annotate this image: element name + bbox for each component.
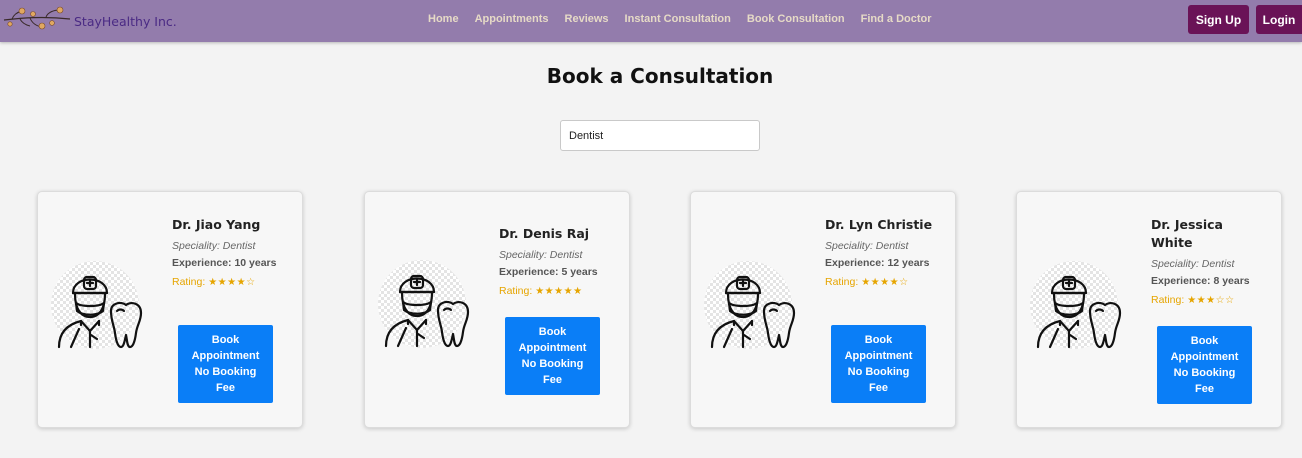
nav-find-doctor[interactable]: Find a Doctor: [861, 13, 932, 27]
doctor-experience: Experience: 10 years: [172, 257, 277, 269]
navbar: StayHealthy Inc. Home Appointments Revie…: [0, 0, 1302, 42]
page-title: Book a Consultation: [546, 64, 774, 88]
doctor-name: Dr. Jiao Yang: [172, 217, 261, 232]
doctor-name: Dr. Jessica White: [1151, 217, 1223, 250]
doctor-rating: Rating: ★★★☆☆: [1151, 293, 1276, 308]
rating-label: Rating:: [172, 276, 206, 288]
rating-label: Rating:: [499, 285, 533, 297]
doctor-info: Dr. Jiao Yang Speciality: Dentist Experi…: [172, 216, 297, 290]
doctor-speciality: Speciality: Dentist: [825, 240, 909, 252]
doctor-card: Dr. Jessica White Speciality: Dentist Ex…: [1016, 191, 1282, 428]
dentist-doctor-icon: [378, 258, 470, 350]
doctor-speciality: Speciality: Dentist: [1151, 258, 1235, 270]
dentist-doctor-icon: [51, 259, 143, 351]
doctor-info: Dr. Lyn Christie Speciality: Dentist Exp…: [825, 216, 950, 290]
speciality-search-input[interactable]: [560, 120, 760, 151]
nav-home[interactable]: Home: [428, 13, 459, 27]
star-rating-icon: ★★★★☆: [208, 277, 256, 288]
doctor-card: Dr. Lyn Christie Speciality: Dentist Exp…: [690, 191, 956, 428]
doctor-rating: Rating: ★★★★☆: [172, 275, 297, 290]
doctor-rating: Rating: ★★★★☆: [825, 275, 950, 290]
doctor-name: Dr. Lyn Christie: [825, 217, 933, 232]
doctor-card: Dr. Jiao Yang Speciality: Dentist Experi…: [37, 191, 303, 428]
book-appointment-button[interactable]: Book Appointment No Booking Fee: [178, 325, 273, 403]
doctor-info: Dr. Jessica White Speciality: Dentist Ex…: [1151, 216, 1276, 308]
book-appointment-button[interactable]: Book Appointment No Booking Fee: [505, 317, 600, 395]
star-rating-icon: ★★★★★: [535, 286, 583, 297]
book-appointment-button[interactable]: Book Appointment No Booking Fee: [831, 325, 926, 403]
star-rating-icon: ★★★★☆: [861, 277, 909, 288]
dentist-doctor-icon: [704, 259, 796, 351]
doctor-speciality: Speciality: Dentist: [172, 240, 256, 252]
rating-label: Rating:: [825, 276, 859, 288]
doctor-experience: Experience: 5 years: [499, 266, 598, 278]
brand-name[interactable]: StayHealthy Inc.: [74, 14, 177, 29]
doctor-experience: Experience: 12 years: [825, 257, 930, 269]
book-appointment-button[interactable]: Book Appointment No Booking Fee: [1157, 326, 1252, 404]
nav-appointments[interactable]: Appointments: [475, 13, 549, 27]
rating-label: Rating:: [1151, 294, 1185, 306]
nav-reviews[interactable]: Reviews: [565, 13, 609, 27]
nav-instant-consultation[interactable]: Instant Consultation: [625, 13, 731, 27]
login-button[interactable]: Login: [1256, 5, 1302, 34]
doctor-rating: Rating: ★★★★★: [499, 284, 624, 299]
doctor-experience: Experience: 8 years: [1151, 275, 1250, 287]
star-rating-icon: ★★★☆☆: [1187, 295, 1235, 306]
nav-book-consultation[interactable]: Book Consultation: [747, 13, 845, 27]
doctor-speciality: Speciality: Dentist: [499, 249, 583, 261]
dentist-doctor-icon: [1030, 259, 1122, 351]
nav-links: Home Appointments Reviews Instant Consul…: [428, 13, 948, 27]
doctor-card: Dr. Denis Raj Speciality: Dentist Experi…: [364, 191, 630, 428]
flower-branch-logo-icon[interactable]: [2, 6, 72, 32]
doctor-info: Dr. Denis Raj Speciality: Dentist Experi…: [499, 225, 624, 299]
signup-button[interactable]: Sign Up: [1188, 5, 1249, 34]
doctor-name: Dr. Denis Raj: [499, 226, 590, 241]
